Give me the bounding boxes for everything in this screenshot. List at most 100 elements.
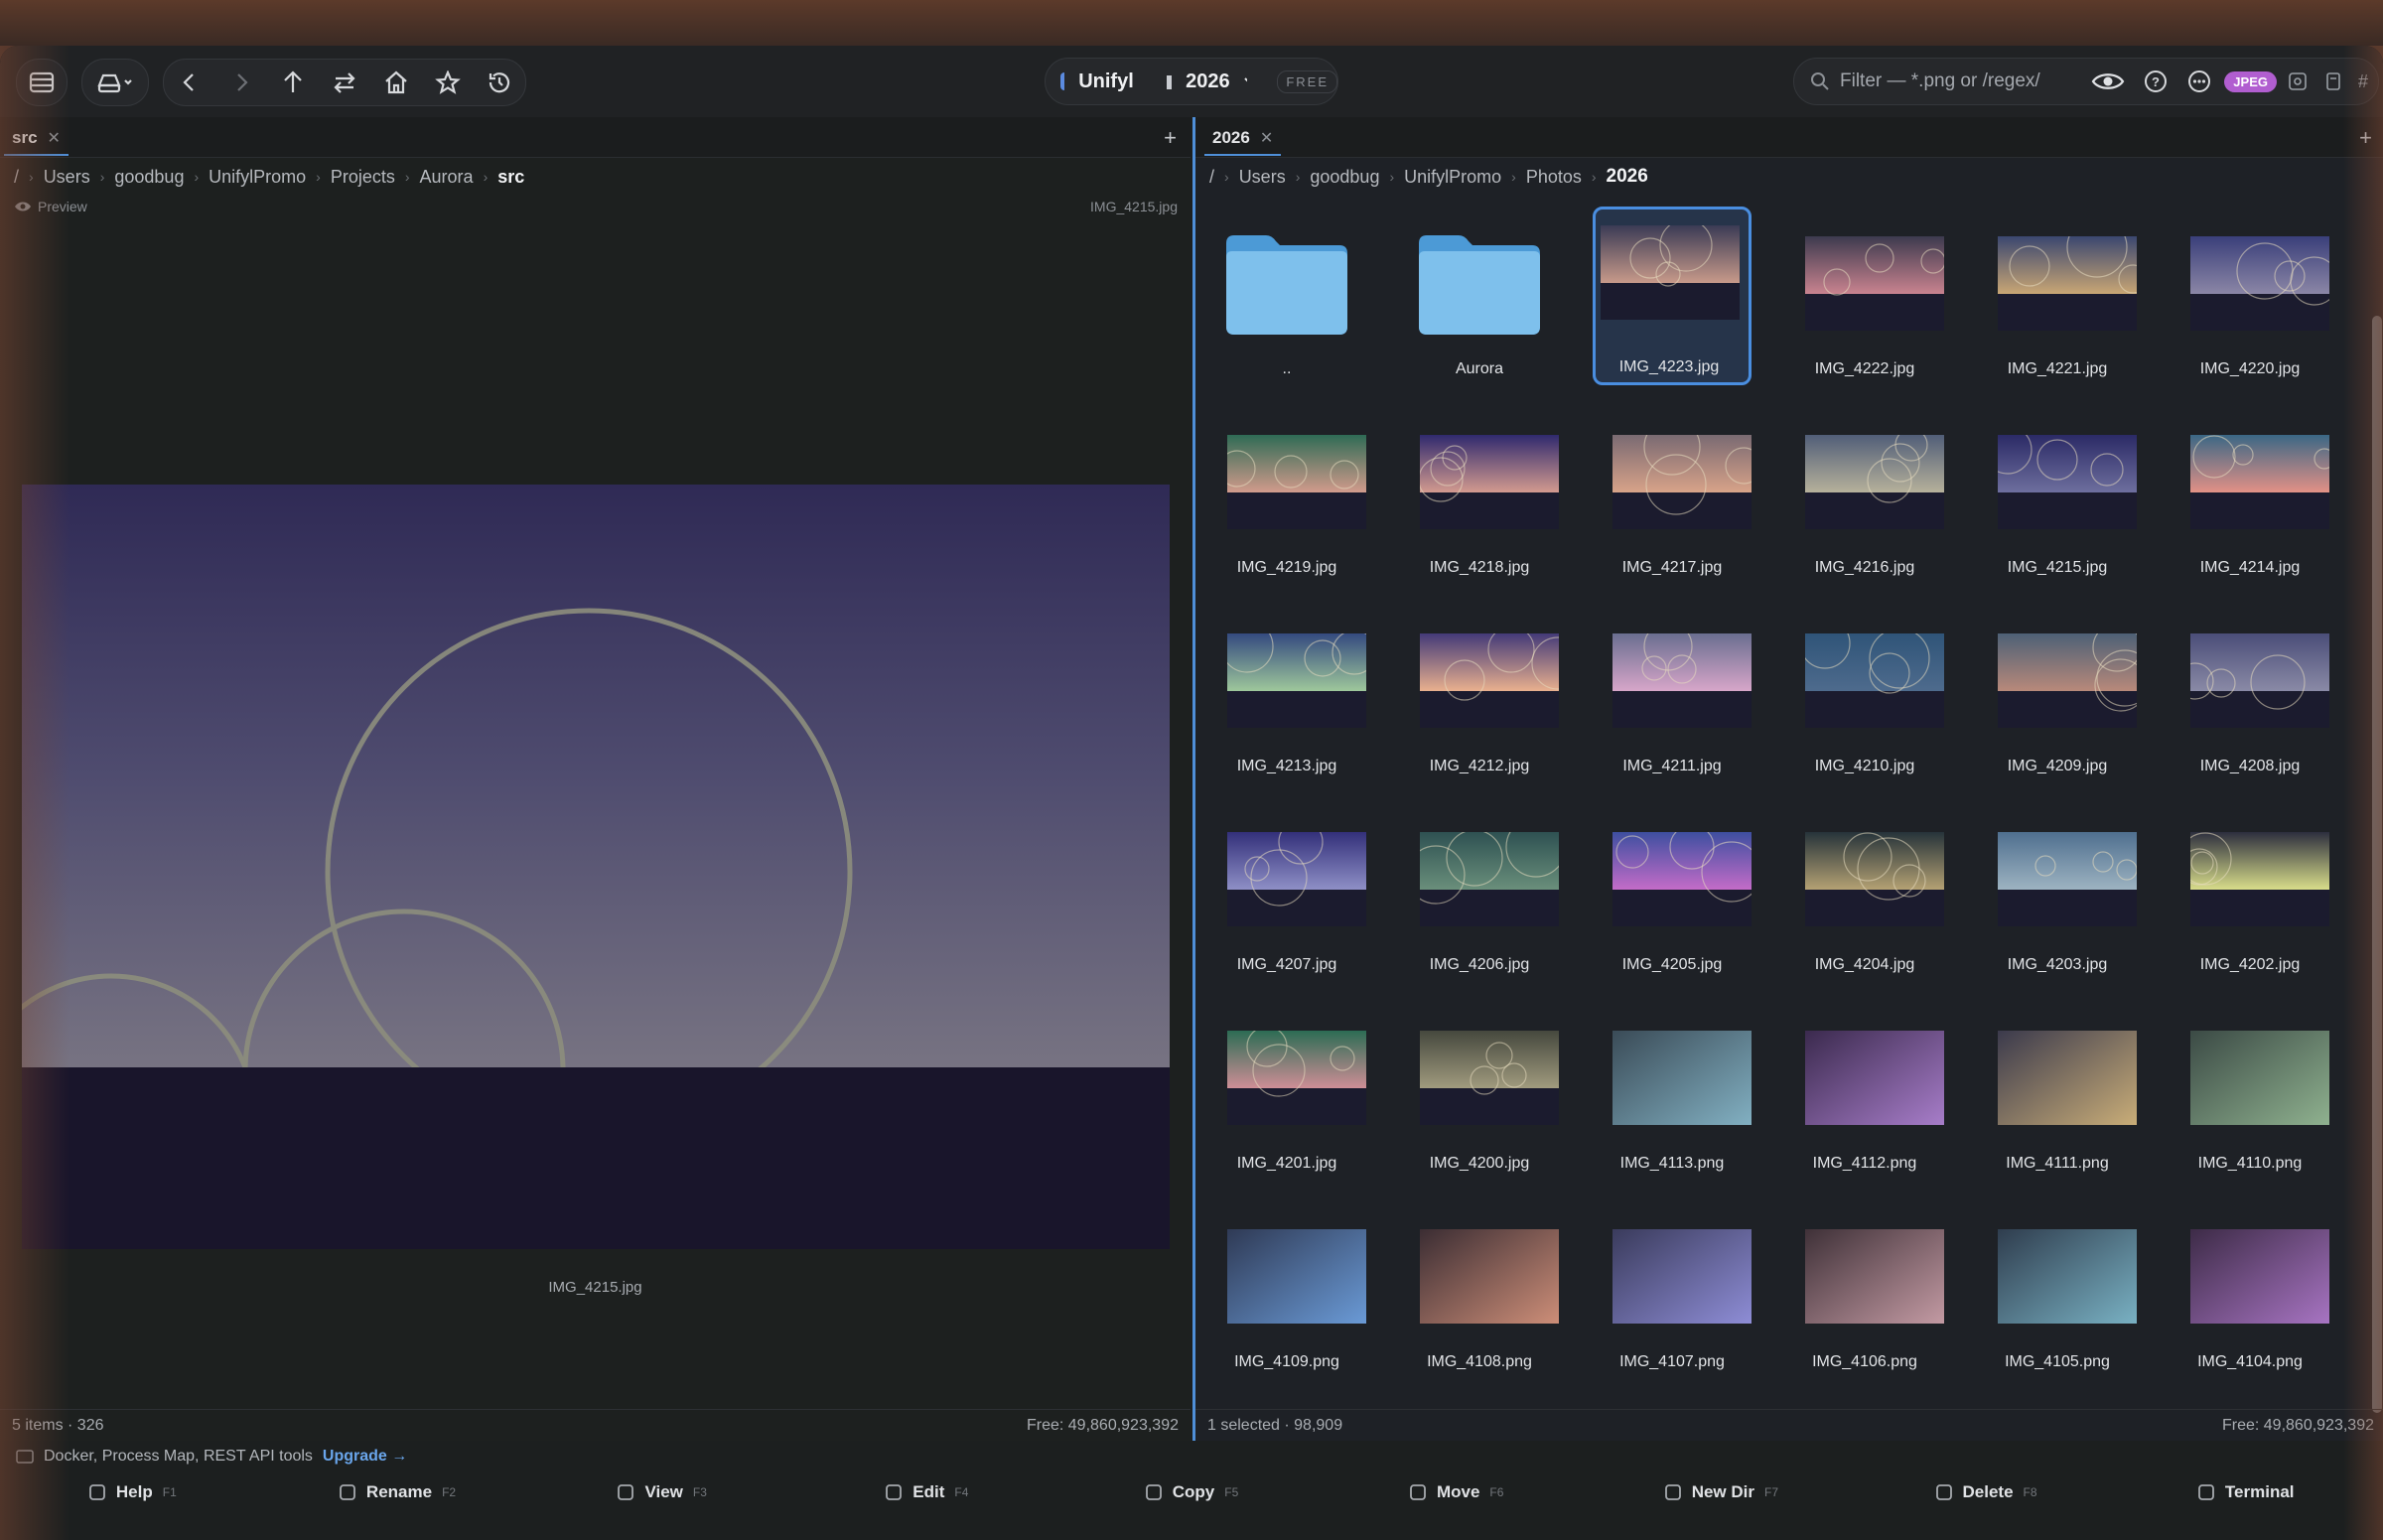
- app-name[interactable]: Unifyl: [1078, 70, 1134, 93]
- fkey-terminal[interactable]: Terminal: [2118, 1482, 2383, 1502]
- file-item[interactable]: IMG_4204.jpg: [1785, 802, 1944, 981]
- close-icon[interactable]: ✕: [48, 128, 61, 148]
- file-name: IMG_4106.png: [1812, 1353, 1917, 1370]
- file-item[interactable]: IMG_4222.jpg: [1785, 207, 1944, 385]
- file-item[interactable]: IMG_4207.jpg: [1207, 802, 1366, 981]
- file-item[interactable]: IMG_4106.png: [1785, 1199, 1944, 1378]
- upgrade-link[interactable]: Upgrade →: [323, 1448, 407, 1466]
- right-tabbar: 2026 ✕ +: [1195, 117, 2383, 158]
- new-tab-button[interactable]: +: [2359, 125, 2372, 151]
- left-status-bar: 5 items · 326 Free: 49,860,923,392: [0, 1409, 1191, 1441]
- file-item[interactable]: IMG_4214.jpg: [2171, 405, 2329, 584]
- file-item[interactable]: IMG_4212.jpg: [1400, 604, 1559, 782]
- fkey-label: Terminal: [2224, 1482, 2295, 1501]
- file-item[interactable]: IMG_4217.jpg: [1593, 405, 1752, 584]
- breadcrumb-item[interactable]: Projects: [331, 167, 395, 188]
- file-item[interactable]: IMG_4201.jpg: [1207, 1001, 1366, 1180]
- file-item[interactable]: IMG_4113.png: [1593, 1001, 1752, 1180]
- file-item[interactable]: IMG_4104.png: [2171, 1199, 2329, 1378]
- drive-menu-group: [81, 59, 149, 106]
- fkey-copy[interactable]: Copy F5: [1059, 1482, 1325, 1502]
- file-item[interactable]: IMG_4107.png: [1593, 1199, 1752, 1378]
- file-item[interactable]: IMG_4203.jpg: [1978, 802, 2137, 981]
- fkey-help[interactable]: Help F1: [0, 1482, 265, 1502]
- fkey-edit[interactable]: Edit F4: [794, 1482, 1059, 1502]
- file-item[interactable]: IMG_4211.jpg: [1593, 604, 1752, 782]
- parent-dir-button[interactable]: [267, 60, 319, 105]
- file-item[interactable]: IMG_4206.jpg: [1400, 802, 1559, 981]
- folder-item[interactable]: Aurora: [1400, 207, 1559, 385]
- file-item[interactable]: IMG_4215.jpg: [1978, 405, 2137, 584]
- sidebar-toggle-button[interactable]: [17, 60, 67, 105]
- breadcrumb-separator: ›: [1389, 169, 1395, 185]
- breadcrumb-item[interactable]: Aurora: [420, 167, 474, 188]
- breadcrumb-item[interactable]: goodbug: [1310, 167, 1379, 188]
- preview-eye-icon[interactable]: [2091, 70, 2125, 93]
- fkey-move[interactable]: Move F6: [1324, 1482, 1589, 1502]
- fkey-new-dir[interactable]: New Dir F7: [1589, 1482, 1854, 1502]
- breadcrumb-item[interactable]: Users: [44, 167, 90, 188]
- file-item[interactable]: IMG_4218.jpg: [1400, 405, 1559, 584]
- file-item[interactable]: IMG_4219.jpg: [1207, 405, 1366, 584]
- breadcrumb-item[interactable]: UnifylPromo: [1404, 167, 1501, 188]
- file-item[interactable]: IMG_4209.jpg: [1978, 604, 2137, 782]
- favorites-button[interactable]: [422, 60, 474, 105]
- file-item[interactable]: IMG_4108.png: [1400, 1199, 1559, 1378]
- history-button[interactable]: [474, 60, 525, 105]
- format-badge[interactable]: JPEG: [2224, 70, 2277, 92]
- file-item[interactable]: IMG_4221.jpg: [1978, 207, 2137, 385]
- back-button[interactable]: [164, 60, 215, 105]
- breadcrumb-item[interactable]: /: [1209, 167, 1214, 188]
- filter-input[interactable]: [1838, 70, 2070, 93]
- fkey-delete[interactable]: Delete F8: [1854, 1482, 2119, 1502]
- current-folder-menu[interactable]: 2026: [1186, 70, 1230, 93]
- file-item[interactable]: IMG_4112.png: [1785, 1001, 1944, 1180]
- file-item[interactable]: IMG_4110.png: [2171, 1001, 2329, 1180]
- file-item[interactable]: IMG_4205.jpg: [1593, 802, 1752, 981]
- tab-src[interactable]: src ✕: [4, 121, 69, 156]
- drive-menu-button[interactable]: [82, 60, 148, 105]
- file-item[interactable]: IMG_4208.jpg: [2171, 604, 2329, 782]
- file-name: IMG_4216.jpg: [1814, 559, 1915, 576]
- file-item[interactable]: IMG_4213.jpg: [1207, 604, 1366, 782]
- file-name: IMG_4206.jpg: [1429, 956, 1530, 973]
- scan-icon[interactable]: [2287, 70, 2309, 92]
- file-item[interactable]: IMG_4105.png: [1978, 1199, 2137, 1378]
- breadcrumb-item[interactable]: /: [14, 167, 19, 188]
- breadcrumb-separator: ›: [483, 169, 489, 185]
- file-item[interactable]: IMG_4210.jpg: [1785, 604, 1944, 782]
- preview-filename: IMG_4215.jpg: [1090, 199, 1178, 214]
- fkey-view[interactable]: View F3: [529, 1482, 794, 1502]
- close-icon[interactable]: ✕: [1260, 128, 1273, 148]
- forward-button[interactable]: [215, 60, 267, 105]
- new-tab-button[interactable]: +: [1164, 125, 1177, 151]
- file-item[interactable]: IMG_4202.jpg: [2171, 802, 2329, 981]
- hash-button[interactable]: #: [2358, 71, 2368, 92]
- breadcrumb-item[interactable]: Users: [1239, 167, 1286, 188]
- plan-badge[interactable]: FREE: [1277, 70, 1337, 93]
- file-item[interactable]: IMG_4111.png: [1978, 1001, 2137, 1180]
- file-item[interactable]: IMG_4220.jpg: [2171, 207, 2329, 385]
- swap-panes-button[interactable]: [319, 60, 370, 105]
- scrollbar[interactable]: [2372, 316, 2382, 1413]
- folder-item[interactable]: ..: [1207, 207, 1366, 385]
- clipboard-icon[interactable]: [2324, 70, 2342, 92]
- breadcrumb-item[interactable]: 2026: [1607, 166, 1648, 188]
- file-item[interactable]: IMG_4200.jpg: [1400, 1001, 1559, 1180]
- more-icon[interactable]: [2186, 69, 2212, 94]
- fkey-label: Move: [1436, 1482, 1480, 1501]
- help-icon[interactable]: ?: [2143, 69, 2169, 94]
- tab-2026[interactable]: 2026 ✕: [1204, 121, 1282, 156]
- file-item[interactable]: IMG_4216.jpg: [1785, 405, 1944, 584]
- breadcrumb: / › Users › goodbug › UnifylPromo › Projects › Aur…: [14, 164, 524, 190]
- breadcrumb-separator: ›: [1511, 169, 1516, 185]
- image-preview: [22, 485, 1170, 1249]
- fkey-rename[interactable]: Rename F2: [265, 1482, 530, 1502]
- breadcrumb-item[interactable]: src: [497, 167, 524, 188]
- breadcrumb-item[interactable]: Photos: [1526, 167, 1582, 188]
- breadcrumb-item[interactable]: goodbug: [114, 167, 184, 188]
- home-button[interactable]: [370, 60, 422, 105]
- file-item[interactable]: IMG_4109.png: [1207, 1199, 1366, 1378]
- file-item[interactable]: IMG_4223.jpg: [1593, 207, 1752, 385]
- breadcrumb-item[interactable]: UnifylPromo: [209, 167, 306, 188]
